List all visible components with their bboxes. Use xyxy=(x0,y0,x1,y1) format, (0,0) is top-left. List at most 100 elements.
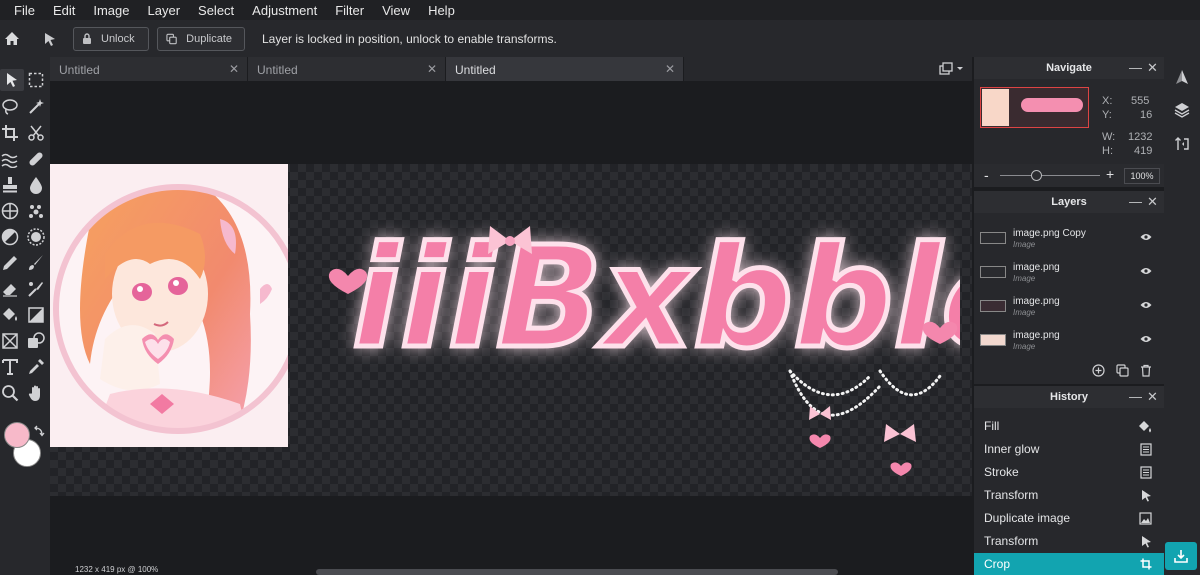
layer-thumbnail xyxy=(980,334,1006,346)
tab-untitled-1[interactable]: Untitled ✕ xyxy=(50,57,248,81)
gradient-tool[interactable] xyxy=(26,305,46,325)
history-item-transform-2[interactable]: Transform xyxy=(974,530,1164,553)
blur-tool[interactable] xyxy=(26,201,46,221)
close-icon[interactable]: ✕ xyxy=(665,62,675,76)
eye-icon[interactable] xyxy=(1140,267,1152,275)
dodge-tool[interactable] xyxy=(0,227,20,247)
eyedropper-tool[interactable] xyxy=(26,357,46,377)
add-layer-icon[interactable] xyxy=(1092,364,1105,377)
right-icon-bar xyxy=(1164,57,1200,575)
logo-artwork[interactable]: iiiBxbbles iiiBxbbles xyxy=(320,216,960,486)
zoom-tool[interactable] xyxy=(0,383,20,403)
menu-adjustment[interactable]: Adjustment xyxy=(252,3,317,18)
menu-select[interactable]: Select xyxy=(198,3,234,18)
brush-tool[interactable] xyxy=(26,253,46,273)
zoom-in-button[interactable]: + xyxy=(1106,166,1114,182)
close-icon[interactable]: ✕ xyxy=(1147,194,1158,210)
export-button[interactable] xyxy=(1165,542,1197,570)
foreground-color-swatch[interactable] xyxy=(4,422,30,448)
close-icon[interactable]: ✕ xyxy=(1147,60,1158,76)
replace-color-tool[interactable] xyxy=(26,279,46,299)
history-item-transform[interactable]: Transform xyxy=(974,484,1164,507)
minimize-icon[interactable]: — xyxy=(1129,194,1142,209)
history-item-stroke[interactable]: Stroke xyxy=(974,461,1164,484)
navigator-thumbnail[interactable] xyxy=(980,87,1089,128)
layers-icon[interactable] xyxy=(1174,102,1190,118)
marquee-tool[interactable] xyxy=(26,70,46,90)
document-icon xyxy=(1140,466,1152,479)
eye-icon[interactable] xyxy=(1140,301,1152,309)
history-icon[interactable] xyxy=(1174,135,1190,151)
eraser-tool[interactable] xyxy=(0,279,20,299)
close-icon[interactable]: ✕ xyxy=(1147,389,1158,405)
close-icon[interactable]: ✕ xyxy=(427,62,437,76)
tab-untitled-2[interactable]: Untitled ✕ xyxy=(248,57,446,81)
layers-panel: Layers — ✕ image.png Copy Image image.pn… xyxy=(974,191,1164,384)
y-value: 16 xyxy=(1140,109,1153,121)
eye-icon[interactable] xyxy=(1140,335,1152,343)
text-tool[interactable] xyxy=(0,357,20,377)
avatar-image-layer[interactable] xyxy=(50,164,288,447)
x-label: X: xyxy=(1102,95,1113,107)
minimize-icon[interactable]: — xyxy=(1129,389,1142,404)
delete-layer-icon[interactable] xyxy=(1140,364,1152,377)
duplicate-icon xyxy=(166,33,177,44)
swap-colors-icon[interactable] xyxy=(33,424,45,437)
layer-row[interactable]: image.png Image xyxy=(974,259,1164,293)
duplicate-layer-icon[interactable] xyxy=(1116,364,1129,377)
menu-layer[interactable]: Layer xyxy=(148,3,181,18)
move-tool[interactable] xyxy=(0,69,24,91)
fill-tool[interactable] xyxy=(0,305,20,325)
close-icon[interactable]: ✕ xyxy=(229,62,239,76)
menu-view[interactable]: View xyxy=(382,3,410,18)
scissors-tool[interactable] xyxy=(26,123,46,143)
eye-icon[interactable] xyxy=(1140,233,1152,241)
shape-tool[interactable] xyxy=(26,331,46,351)
canvas-area[interactable]: iiiBxbbles iiiBxbbles xyxy=(50,81,972,575)
heart-icon xyxy=(890,462,912,476)
menu-image[interactable]: Image xyxy=(93,3,129,18)
pencil-tool[interactable] xyxy=(0,253,20,273)
zoom-out-button[interactable]: - xyxy=(984,167,989,183)
magic-wand-tool[interactable] xyxy=(26,97,46,117)
stamp-tool[interactable] xyxy=(0,175,20,195)
menu-file[interactable]: File xyxy=(14,3,35,18)
lasso-tool[interactable] xyxy=(0,97,20,117)
navigate-panel: Navigate — ✕ X: 555 Y: 16 W: 1232 H: 419… xyxy=(974,57,1164,187)
history-panel: History — ✕ Fill Inner glow Stroke Trans… xyxy=(974,386,1164,575)
layer-row[interactable]: image.png Copy Image xyxy=(974,225,1164,259)
logo-text: iiiBxbbles xyxy=(352,217,960,380)
tab-untitled-3[interactable]: Untitled ✕ xyxy=(446,57,684,81)
history-item-inner-glow[interactable]: Inner glow xyxy=(974,438,1164,461)
zoom-slider-handle[interactable] xyxy=(1031,170,1042,181)
zoom-slider[interactable] xyxy=(1000,175,1100,176)
pattern-tool[interactable] xyxy=(0,201,20,221)
hand-tool[interactable] xyxy=(26,383,46,403)
menu-edit[interactable]: Edit xyxy=(53,3,75,18)
liquify-tool[interactable] xyxy=(0,149,20,169)
zoom-value[interactable]: 100% xyxy=(1124,168,1160,184)
menu-filter[interactable]: Filter xyxy=(335,3,364,18)
canvas-size-status: 1232 x 419 px @ 100% xyxy=(75,565,159,574)
layer-row[interactable]: image.png Image xyxy=(974,327,1164,361)
layers-title: Layers xyxy=(1051,196,1087,208)
duplicate-button[interactable]: Duplicate xyxy=(157,26,245,51)
sponge-tool[interactable] xyxy=(26,227,46,247)
history-item-duplicate-image[interactable]: Duplicate image xyxy=(974,507,1164,530)
drop-tool[interactable] xyxy=(26,175,46,195)
navigate-panel-icon[interactable] xyxy=(1174,69,1190,85)
bandage-tool[interactable] xyxy=(26,149,46,169)
layer-row[interactable]: image.png Image xyxy=(974,293,1164,327)
menu-help[interactable]: Help xyxy=(428,3,455,18)
arrow-icon[interactable] xyxy=(42,31,58,47)
horizontal-scrollbar[interactable] xyxy=(316,569,838,575)
minimize-icon[interactable]: — xyxy=(1129,60,1142,75)
layer-name: image.png xyxy=(1013,262,1060,273)
home-icon[interactable] xyxy=(4,31,20,47)
history-item-fill[interactable]: Fill xyxy=(974,415,1164,438)
crop-tool[interactable] xyxy=(0,123,20,143)
history-item-crop[interactable]: Crop xyxy=(974,553,1164,575)
place-tool[interactable] xyxy=(0,331,20,351)
unlock-button[interactable]: Unlock xyxy=(73,26,149,51)
window-arrange-icon[interactable] xyxy=(939,62,967,76)
